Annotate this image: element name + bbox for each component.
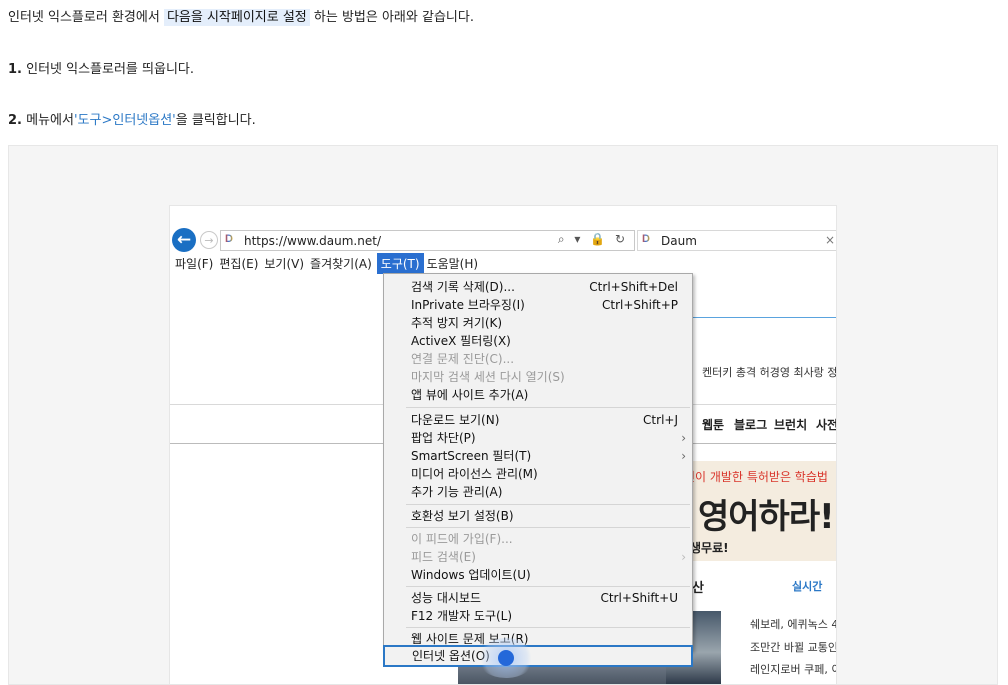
forward-arrow-icon: →: [204, 233, 214, 247]
menu-item-shortcut: Ctrl+Shift+Del: [589, 280, 678, 294]
menu-item-label: 호환성 보기 설정(B): [411, 509, 514, 523]
forward-button[interactable]: →: [200, 231, 218, 249]
menu-bar: 파일(F) 편집(E) 보기(V) 즐겨찾기(A) 도구(T) 도움말(H): [170, 252, 836, 274]
page-divider: [693, 317, 836, 318]
step-1: 1. 인터넷 익스플로러를 띄웁니다.: [8, 58, 194, 77]
intro-paragraph: 인터넷 익스플로러 환경에서 다음을 시작페이지로 설정 하는 방법은 아래와 …: [8, 6, 474, 26]
ad-banner-title: 영어하라!: [698, 497, 835, 537]
menu-item-label: 추가 기능 관리(A): [411, 485, 503, 499]
menu-separator: [406, 627, 690, 628]
menu-item-media-licenses[interactable]: 미디어 라이선스 관리(M): [384, 465, 692, 483]
menu-item-reopen-session: 마지막 검색 세션 다시 열기(S): [384, 368, 692, 386]
tab-title: Daum: [661, 233, 697, 248]
back-button[interactable]: ←: [172, 228, 196, 252]
step-2: 2. 메뉴에서'도구>인터넷옵션'을 클릭합니다.: [8, 109, 256, 128]
menu-item-label: F12 개발자 도구(L): [411, 609, 513, 623]
news-item[interactable]: 조만간 바뀔 교통인: [750, 639, 836, 655]
browser-tab[interactable]: Daum ×: [637, 230, 836, 251]
menu-item-label: 팝업 차단(P): [411, 431, 476, 445]
step-2-text-after: 을 클릭합니다.: [175, 113, 256, 128]
intro-text-before: 인터넷 익스플로러 환경에서: [8, 10, 160, 25]
chevron-right-icon: ›: [681, 449, 686, 463]
menu-item-label: InPrivate 브라우징(I): [411, 298, 525, 312]
nav-blog[interactable]: 블로그: [734, 416, 767, 433]
menu-separator: [406, 504, 690, 505]
menu-item-label: 추적 방지 켜기(K): [411, 316, 503, 330]
step-1-text: 인터넷 익스플로러를 띄웁니다.: [26, 62, 195, 77]
menu-item-smartscreen[interactable]: SmartScreen 필터(T) ›: [384, 447, 692, 465]
menu-item-add-to-apps[interactable]: 앱 뷰에 사이트 추가(A): [384, 386, 692, 404]
menu-item-diagnose-connection: 연결 문제 진단(C)...: [384, 350, 692, 368]
menu-item-shortcut: Ctrl+Shift+U: [600, 591, 678, 605]
tools-dropdown-menu: 검색 기록 삭제(D)... Ctrl+Shift+Del InPrivate 브…: [383, 273, 693, 651]
menu-item-inprivate[interactable]: InPrivate 브라우징(I) Ctrl+Shift+P: [384, 296, 692, 314]
realtime-link[interactable]: 실시간: [792, 578, 822, 594]
daum-favicon-icon: [224, 233, 236, 247]
close-icon[interactable]: ×: [825, 233, 835, 247]
section-title: 산: [692, 581, 704, 596]
menu-item-label: 미디어 라이선스 관리(M): [411, 467, 538, 481]
menu-item-label: 성능 대시보드: [411, 591, 482, 605]
nav-brunch[interactable]: 브런치: [774, 416, 807, 433]
menu-item-feed-discovery: 피드 검색(E) ›: [384, 548, 692, 566]
menu-separator: [406, 527, 690, 528]
ie-screenshot: 켄터키 총격 허경영 최사랑 정 웹툰 블로그 브런치 사전 인이 개발한 특허…: [169, 205, 837, 685]
menu-item-popup-blocker[interactable]: 팝업 차단(P) ›: [384, 429, 692, 447]
menu-item-label: 앱 뷰에 사이트 추가(A): [411, 388, 529, 402]
ad-banner-tagline: 인이 개발한 특허받은 학습법: [684, 470, 828, 484]
address-bar-icons[interactable]: ⌕ ▾ 🔒 ↻: [558, 232, 628, 247]
nav-webtoon[interactable]: 웹툰: [702, 416, 724, 433]
intro-text-after: 하는 방법은 아래와 같습니다.: [313, 10, 474, 25]
menu-item-performance-dashboard[interactable]: 성능 대시보드 Ctrl+Shift+U: [384, 589, 692, 607]
menu-separator: [406, 586, 690, 587]
menu-favorites[interactable]: 즐겨찾기(A): [309, 253, 377, 274]
menu-item-label: 다운로드 보기(N): [411, 413, 500, 427]
menu-tools[interactable]: 도구(T): [376, 252, 424, 274]
intro-highlight: 다음을 시작페이지로 설정: [163, 9, 310, 26]
menu-item-windows-update[interactable]: Windows 업데이트(U): [384, 566, 692, 584]
menu-item-label: SmartScreen 필터(T): [411, 449, 532, 463]
chevron-right-icon: ›: [681, 550, 686, 564]
menu-item-tracking-protection[interactable]: 추적 방지 켜기(K): [384, 314, 692, 332]
realtime-keywords: 켄터키 총격 허경영 최사랑 정: [702, 366, 837, 379]
address-bar[interactable]: https://www.daum.net/ ⌕ ▾ 🔒 ↻: [220, 230, 635, 251]
ad-banner-subtitle: 생무료!: [690, 541, 729, 555]
back-arrow-icon: ←: [176, 230, 192, 250]
menu-item-f12-devtools[interactable]: F12 개발자 도구(L): [384, 607, 692, 625]
menu-help[interactable]: 도움말(H): [426, 253, 484, 274]
menu-item-label: Windows 업데이트(U): [411, 568, 531, 582]
menu-edit[interactable]: 편집(E): [218, 253, 263, 274]
menu-item-label: 마지막 검색 세션 다시 열기(S): [411, 370, 565, 384]
menu-item-manage-addons[interactable]: 추가 기능 관리(A): [384, 483, 692, 501]
menu-item-shortcut: Ctrl+J: [643, 413, 678, 427]
address-url[interactable]: https://www.daum.net/: [244, 234, 381, 248]
step-2-number: 2.: [8, 113, 22, 128]
nav-dictionary[interactable]: 사전: [816, 416, 836, 433]
chevron-right-icon: ›: [681, 431, 686, 445]
menu-item-delete-history[interactable]: 검색 기록 삭제(D)... Ctrl+Shift+Del: [384, 278, 692, 296]
menu-item-activex-filtering[interactable]: ActiveX 필터링(X): [384, 332, 692, 350]
step-2-link[interactable]: '도구>인터넷옵션': [74, 113, 176, 128]
menu-item-label: 연결 문제 진단(C)...: [411, 352, 515, 366]
menu-item-shortcut: Ctrl+Shift+P: [602, 298, 678, 312]
news-item[interactable]: 쉐보레, 에퀴녹스 4: [750, 616, 836, 632]
menu-view[interactable]: 보기(V): [263, 253, 309, 274]
step-2-text-before: 메뉴에서: [26, 113, 74, 128]
menu-item-compatibility-view[interactable]: 호환성 보기 설정(B): [384, 507, 692, 525]
news-item[interactable]: 레인지로버 쿠페, 이: [750, 661, 836, 677]
menu-item-label: 피드 검색(E): [411, 550, 476, 564]
menu-item-label: 검색 기록 삭제(D)...: [411, 280, 515, 294]
step-1-number: 1.: [8, 62, 22, 77]
menu-item-internet-options[interactable]: 인터넷 옵션(O): [383, 645, 693, 667]
daum-favicon-icon: [641, 233, 653, 247]
menu-item-downloads[interactable]: 다운로드 보기(N) Ctrl+J: [384, 411, 692, 429]
menu-item-label: 이 피드에 가입(F)...: [411, 532, 513, 546]
mouse-cursor-icon: [498, 650, 514, 666]
menu-item-label: ActiveX 필터링(X): [411, 334, 511, 348]
menu-file[interactable]: 파일(F): [174, 253, 218, 274]
menu-separator: [406, 407, 690, 408]
menu-item-subscribe-feed: 이 피드에 가입(F)...: [384, 530, 692, 548]
